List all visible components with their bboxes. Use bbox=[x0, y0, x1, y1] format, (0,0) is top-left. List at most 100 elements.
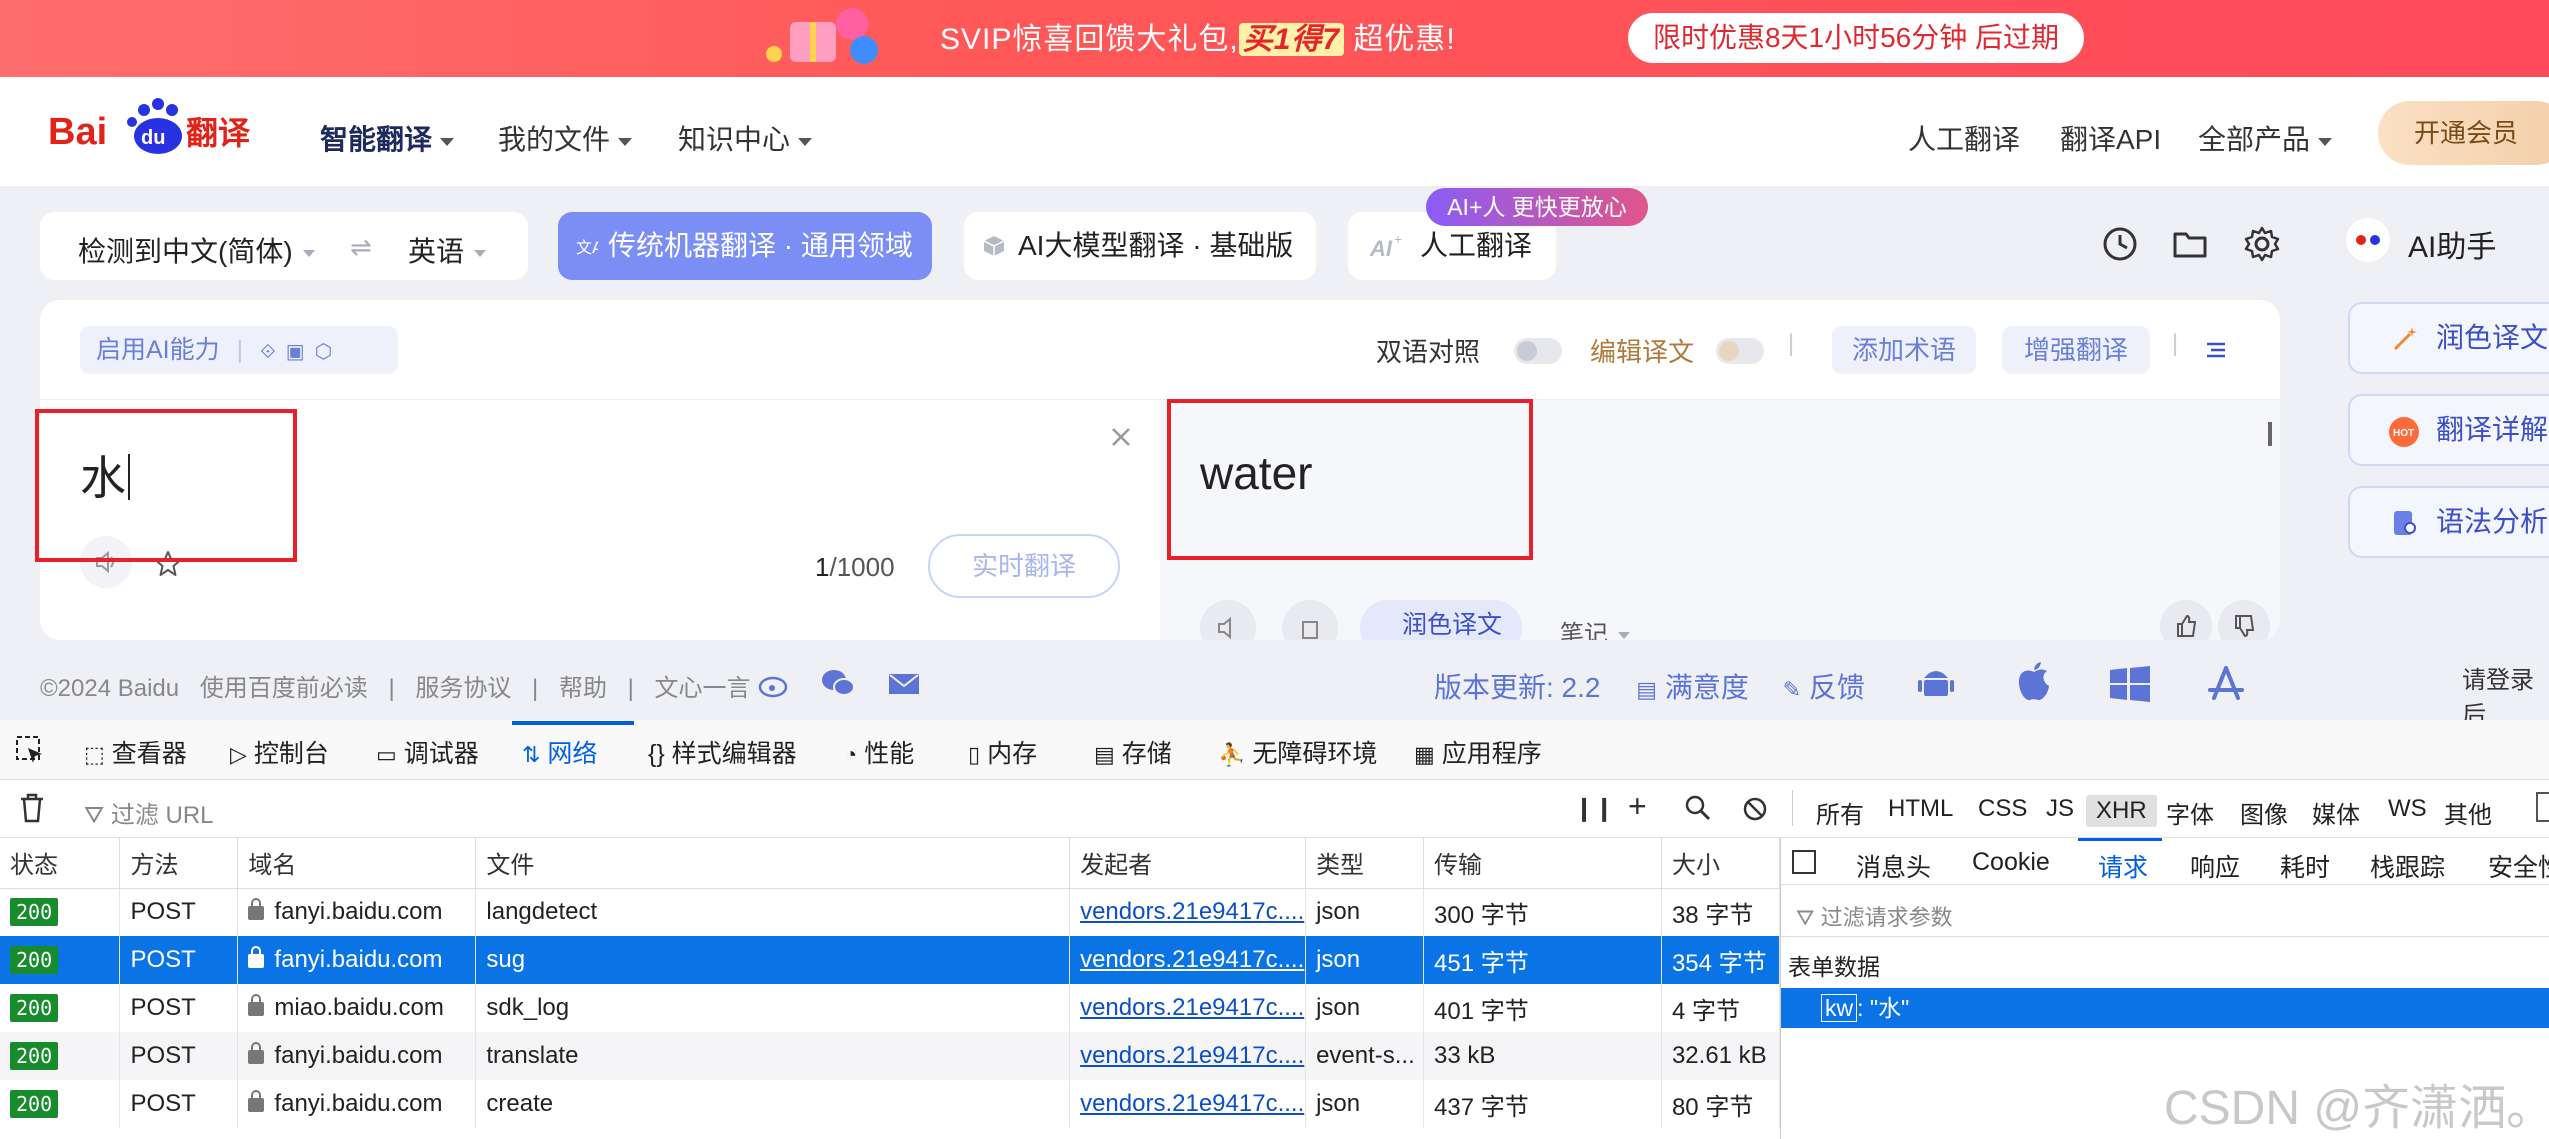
search-icon[interactable] bbox=[1684, 794, 1712, 822]
filter-type-xhr[interactable]: XHR bbox=[2086, 795, 2157, 827]
promo-countdown[interactable]: 限时优惠8天1小时56分钟 后过期 bbox=[1628, 13, 2084, 63]
table-row[interactable]: 200 POST fanyi.baidu.com create vendors.… bbox=[0, 1080, 1781, 1128]
table-row-selected[interactable]: 200 POST fanyi.baidu.com sug vendors.21e… bbox=[0, 936, 1781, 984]
nav-my-files[interactable]: 我的文件 bbox=[498, 118, 633, 158]
filter-type-fonts[interactable]: 字体 bbox=[2166, 795, 2214, 830]
pause-icon[interactable]: ❙❙ bbox=[1574, 794, 1614, 823]
detail-tab-timings[interactable]: 耗时 bbox=[2280, 848, 2330, 884]
ai-tool-icons[interactable]: ⟐▣⬡ bbox=[260, 341, 342, 363]
filter-type-html[interactable]: HTML bbox=[1888, 795, 1953, 823]
settings-gear-icon[interactable] bbox=[2242, 224, 2282, 264]
mode-ai-model[interactable]: AI大模型翻译 · 基础版 bbox=[964, 212, 1316, 280]
clear-close-icon[interactable] bbox=[1110, 426, 1132, 448]
side-explain-button[interactable]: HOT 翻译详解 bbox=[2348, 394, 2549, 466]
devtools-tab-accessibility[interactable]: ⛹ 无障碍环境 bbox=[1218, 734, 1377, 770]
column-header[interactable]: 传输 bbox=[1423, 838, 1662, 889]
table-row[interactable]: 200 POST fanyi.baidu.com translate vendo… bbox=[0, 1032, 1781, 1080]
scrollbar[interactable] bbox=[2268, 422, 2272, 446]
cell-initiator[interactable]: vendors.21e9417c.... bbox=[1069, 1032, 1307, 1080]
column-header[interactable]: 状态 bbox=[0, 838, 121, 889]
wechat-icon[interactable] bbox=[820, 668, 856, 698]
trash-icon[interactable] bbox=[18, 792, 46, 824]
devtools-tab-application[interactable]: ▦ 应用程序 bbox=[1414, 734, 1542, 770]
edit-translation-toggle[interactable] bbox=[1716, 338, 1764, 364]
footer-link[interactable]: 帮助 bbox=[559, 675, 607, 702]
nav-all-products[interactable]: 全部产品 bbox=[2198, 118, 2333, 158]
devtools-tab-style-editor[interactable]: {} 样式编辑器 bbox=[648, 734, 797, 770]
enable-ai-ability[interactable]: 启用AI能力 | ⟐▣⬡ bbox=[80, 326, 398, 374]
nav-smart-translate[interactable]: 智能翻译 bbox=[320, 118, 455, 158]
block-icon[interactable] bbox=[1742, 796, 1768, 822]
android-icon[interactable] bbox=[1918, 662, 1954, 702]
nav-api[interactable]: 翻译API bbox=[2060, 118, 2161, 158]
vip-button[interactable]: 开通会员 bbox=[2378, 101, 2549, 165]
apple-icon[interactable] bbox=[2016, 660, 2052, 702]
filter-type-ws[interactable]: WS bbox=[2388, 795, 2427, 823]
filter-type-js[interactable]: JS bbox=[2046, 795, 2074, 823]
devtools-tab-console[interactable]: ▷ 控制台 bbox=[230, 734, 329, 770]
form-data-row[interactable]: kw: "水" bbox=[1781, 988, 2549, 1028]
column-header[interactable]: 文件 bbox=[475, 838, 1071, 889]
sidebar-toggle-icon[interactable] bbox=[1792, 850, 1816, 874]
cell-initiator[interactable]: vendors.21e9417c.... bbox=[1069, 1080, 1307, 1128]
panel-toggle-icon[interactable] bbox=[2536, 792, 2549, 822]
source-language-select[interactable]: 检测到中文(简体) bbox=[78, 230, 315, 270]
side-polish-button[interactable]: 润色译文 bbox=[2348, 302, 2549, 374]
devtools-tab-memory[interactable]: ▯ 内存 bbox=[968, 734, 1037, 770]
windows-icon[interactable] bbox=[2110, 666, 2150, 702]
devtools-tab-network[interactable]: ⇅ 网络 bbox=[522, 734, 597, 770]
baidu-fanyi-logo[interactable]: Bai du 翻译 bbox=[48, 92, 258, 156]
app-store-icon[interactable] bbox=[2206, 664, 2246, 704]
detail-tab-response[interactable]: 响应 bbox=[2190, 848, 2240, 884]
filter-url-input[interactable]: ⛛ 过滤 URL bbox=[84, 795, 214, 830]
satisfaction-link[interactable]: ▤ 满意度 bbox=[1636, 672, 1749, 703]
detail-tab-headers[interactable]: 消息头 bbox=[1856, 848, 1931, 884]
swap-languages-icon[interactable]: ⇌ bbox=[350, 232, 372, 263]
devtools-tab-inspector[interactable]: ⬚ 查看器 bbox=[84, 734, 187, 770]
copy-icon[interactable] bbox=[1282, 600, 1338, 640]
footer-link[interactable]: 服务协议 bbox=[415, 675, 511, 702]
filter-type-css[interactable]: CSS bbox=[1978, 795, 2027, 823]
bilingual-toggle[interactable] bbox=[1514, 338, 1562, 364]
target-language-select[interactable]: 英语 bbox=[408, 230, 487, 270]
devtools-tab-storage[interactable]: ▤ 存储 bbox=[1094, 734, 1172, 770]
thumbs-down-icon[interactable] bbox=[2218, 600, 2270, 640]
mode-machine-translation[interactable]: 文A 传统机器翻译 · 通用领域 bbox=[558, 212, 932, 280]
filter-type-media[interactable]: 媒体 bbox=[2312, 795, 2360, 830]
nav-knowledge[interactable]: 知识中心 bbox=[678, 118, 813, 158]
layout-toggle-icon[interactable] bbox=[2198, 332, 2234, 368]
feedback-link[interactable]: ✎ 反馈 bbox=[1783, 672, 1865, 703]
detail-tab-request[interactable]: 请求 bbox=[2098, 848, 2148, 884]
footer-link[interactable]: 使用百度前必读 bbox=[200, 675, 368, 702]
cell-initiator[interactable]: vendors.21e9417c.... bbox=[1069, 936, 1307, 984]
detail-tab-security[interactable]: 安全性 bbox=[2488, 848, 2549, 884]
polish-translation-button[interactable]: 润色译文 bbox=[1360, 600, 1522, 640]
footer-link[interactable]: 文心一言 bbox=[655, 675, 751, 702]
speaker-icon[interactable] bbox=[1200, 600, 1256, 640]
realtime-translate-button[interactable]: 实时翻译 bbox=[928, 534, 1120, 598]
version-info[interactable]: 版本更新: 2.2 ▤ 满意度 ✎ 反馈 bbox=[1434, 666, 1865, 706]
column-header[interactable]: 域名 bbox=[237, 838, 477, 889]
side-grammar-button[interactable]: 语法分析 bbox=[2348, 486, 2549, 558]
table-row[interactable]: 200 POST miao.baidu.com sdk_log vendors.… bbox=[0, 984, 1781, 1032]
folder-icon[interactable] bbox=[2170, 224, 2210, 264]
column-header[interactable]: 发起者 bbox=[1069, 838, 1307, 889]
filter-type-other[interactable]: 其他 bbox=[2444, 795, 2492, 830]
enhance-translation-button[interactable]: 增强翻译 bbox=[2002, 326, 2150, 374]
filter-params-input[interactable]: ⛛ 过滤请求参数 bbox=[1796, 900, 1953, 932]
filter-type-images[interactable]: 图像 bbox=[2240, 795, 2288, 830]
detail-tab-cookie[interactable]: Cookie bbox=[1972, 848, 2050, 877]
promo-banner[interactable]: SVIP惊喜回馈大礼包, 买1得7 超优惠! 限时优惠8天1小时56分钟 后过期 bbox=[0, 0, 2549, 77]
element-picker-icon[interactable] bbox=[14, 734, 46, 766]
history-clock-icon[interactable] bbox=[2100, 224, 2140, 264]
column-header[interactable]: 类型 bbox=[1305, 838, 1425, 889]
cell-initiator[interactable]: vendors.21e9417c.... bbox=[1069, 984, 1307, 1032]
filter-type-all[interactable]: 所有 bbox=[1816, 795, 1864, 830]
notes-dropdown[interactable]: 笔记 bbox=[1560, 614, 1630, 640]
detail-tab-stack-trace[interactable]: 栈跟踪 bbox=[2370, 848, 2445, 884]
weibo-icon[interactable] bbox=[758, 670, 792, 698]
column-header[interactable]: 大小 bbox=[1661, 838, 1781, 889]
column-header[interactable]: 方法 bbox=[119, 838, 239, 889]
devtools-tab-debugger[interactable]: ▭ 调试器 bbox=[376, 734, 479, 770]
table-row[interactable]: 200 POST fanyi.baidu.com langdetect vend… bbox=[0, 888, 1781, 936]
